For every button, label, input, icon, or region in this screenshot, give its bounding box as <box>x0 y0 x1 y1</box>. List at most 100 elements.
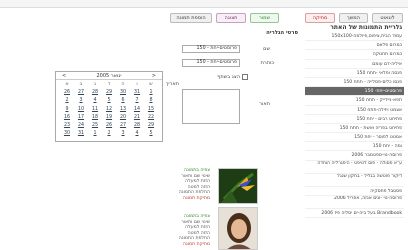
calendar-day[interactable]: 12 <box>102 106 116 114</box>
calendar-day-header: ד <box>107 82 111 87</box>
calendar-day[interactable]: 9 <box>60 106 74 114</box>
calendar-day[interactable]: 20 <box>116 114 130 122</box>
sidebar-item[interactable]: פרוסה-נוי-ספטמבר 2006 <box>305 151 404 161</box>
calendar-day-header: ו <box>136 82 138 87</box>
calendar-day[interactable]: 1 <box>88 130 102 138</box>
sidebar-item[interactable]: דיקור פוטשה בגליל - בתקון שנגל <box>305 174 404 187</box>
calendar-day[interactable]: 2 <box>102 130 116 138</box>
sidebar-item[interactable]: ומה - יחת 150 <box>305 142 404 152</box>
calendar-day[interactable]: 3 <box>74 97 88 105</box>
sidebar-item[interactable]: תפא-ניידייק - תתח 150 <box>305 96 404 106</box>
calendar-day[interactable]: 27 <box>116 122 130 130</box>
sidebar-item[interactable]: עמוד הבית,ציפוס,פיולמה-150x100 <box>305 32 404 42</box>
calendar-day[interactable]: 29 <box>144 122 158 130</box>
calendar-day[interactable]: 24 <box>74 122 88 130</box>
calendar-day[interactable]: 4 <box>130 130 144 138</box>
preview-button[interactable]: תצוגה <box>216 13 246 23</box>
top-bar <box>0 0 408 8</box>
date-calendar: < ינואר 2005 > א ב ג ד ה ו ש 26 27 28 29 30 31 1 2 3 4 5 6… <box>55 71 163 142</box>
calendar-day[interactable]: 23 <box>60 122 74 130</box>
portrait-image <box>219 208 257 249</box>
name-label: שם <box>263 46 270 52</box>
calendar-day-header: א <box>65 82 69 87</box>
calendar-next-button[interactable]: > <box>152 72 156 80</box>
sidebar-item[interactable]: Brandbook בעל ביה-ים יסליה פיז 2006 <box>305 209 404 218</box>
calendar-grid: א ב ג ד ה ו ש 26 27 28 29 30 31 1 2 3 4 5 6 7 8 9 10 11 12 13 14 15… <box>56 80 162 139</box>
calendar-day[interactable]: 6 <box>116 97 130 105</box>
description-textarea[interactable] <box>182 89 240 124</box>
calendar-day[interactable]: 19 <box>102 114 116 122</box>
delete-button[interactable]: מחיקה <box>305 13 335 23</box>
gallery-thumbnail[interactable] <box>218 207 258 250</box>
calendar-day-header: ג <box>94 82 96 87</box>
sidebar-item[interactable]: פתיחט רבים - יחת 150 <box>305 115 404 124</box>
calendar-day-header: ש <box>149 82 153 87</box>
bird-of-paradise-image <box>219 169 257 203</box>
sidebar-item[interactable]: אצמט ויזילה-תתח 150 <box>305 106 404 115</box>
add-image-button[interactable]: הוספת תמונה <box>170 13 212 23</box>
delete-image-link[interactable]: מחיקת תמונה <box>170 196 210 202</box>
date-label: תאריך <box>165 81 179 87</box>
calendar-month: ינואר 2005 <box>96 73 122 79</box>
gallery-sidebar: גלריית התמונות של האתר עמוד הבית,ציפוס,פ… <box>305 23 404 250</box>
calendar-day[interactable]: 5 <box>102 97 116 105</box>
calendar-header: < ינואר 2005 > <box>56 72 162 80</box>
home-button[interactable]: המשך <box>339 13 368 23</box>
sidebar-item[interactable]: אמטט לפוסר - יחת 150 <box>305 133 404 143</box>
sidebar-item[interactable]: פתיחט בפריה ואשת - תתח 150 <box>305 124 404 134</box>
logout-button[interactable]: לוגאוט <box>372 13 403 23</box>
description-label: תאור <box>259 101 270 107</box>
calendar-day[interactable]: 18 <box>88 114 102 122</box>
sidebar-item[interactable]: פסטבל פחסקיה <box>305 187 404 196</box>
gallery-thumbnail[interactable] <box>218 168 258 204</box>
delete-image-link[interactable]: מחיקת תמונה <box>170 242 210 248</box>
sidebar-item[interactable]: פנסו כלים-פסלייה - תתח 150 <box>305 78 404 88</box>
calendar-day[interactable]: 7 <box>130 97 144 105</box>
calendar-day[interactable]: 1 <box>144 89 158 97</box>
calendar-day[interactable]: 30 <box>116 89 130 97</box>
calendar-day[interactable]: 30 <box>60 130 74 138</box>
calendar-day[interactable]: 4 <box>88 97 102 105</box>
calendar-day[interactable]: 21 <box>130 114 144 122</box>
calendar-day[interactable]: 28 <box>88 89 102 97</box>
calendar-day[interactable]: 26 <box>102 122 116 130</box>
sidebar-item[interactable]: כמרום פלאס <box>305 41 404 51</box>
sidebar-item[interactable]: איליה-דם עומם <box>305 60 404 69</box>
calendar-day[interactable]: 16 <box>60 114 74 122</box>
calendar-day[interactable]: 5 <box>144 130 158 138</box>
sidebar-item[interactable]: ע"א פסולה - פוס לטיפט - היפגרליה הוחדה <box>305 161 404 174</box>
sidebar-title: גלריית התמונות של האתר <box>330 24 402 31</box>
title-label: כותרת <box>260 60 274 66</box>
checkbox-label: הצג בשתף <box>217 74 240 80</box>
card-actions: צפיה בתמונה שינוי שם ותאור הזזת למעלה הז… <box>170 214 210 248</box>
calendar-day[interactable]: 31 <box>130 89 144 97</box>
calendar-day[interactable]: 31 <box>74 130 88 138</box>
card-actions: צפיה בתמונה שינוי שם ותאור הזזת למעלה הז… <box>170 168 210 202</box>
sidebar-item-selected[interactable]: פרוסטים-יחת- 150 <box>305 87 404 97</box>
show-checkbox[interactable] <box>242 74 248 80</box>
title-input[interactable]: פרוסטים-יחת - 150 <box>182 59 240 67</box>
calendar-day[interactable]: 11 <box>88 106 102 114</box>
name-input[interactable]: פרוסטים-יחת - 150 <box>182 45 240 53</box>
save-button[interactable]: שמור <box>250 13 279 23</box>
calendar-day[interactable]: 17 <box>74 114 88 122</box>
calendar-day[interactable]: 15 <box>144 106 158 114</box>
calendar-day[interactable]: 3 <box>116 130 130 138</box>
calendar-day[interactable]: 2 <box>60 97 74 105</box>
calendar-day[interactable]: 8 <box>144 97 158 105</box>
sidebar-item[interactable]: פרוסה-נוי -ונים אנזה, אפריל 2006 <box>305 196 404 209</box>
calendar-day[interactable]: 28 <box>130 122 144 130</box>
sidebar-item[interactable]: פנסה ופלאי -תתח 150 <box>305 69 404 78</box>
calendar-day[interactable]: 22 <box>144 114 158 122</box>
sidebar-item[interactable]: כמרום תחנוקה <box>305 50 404 60</box>
calendar-day[interactable]: 29 <box>102 89 116 97</box>
calendar-day[interactable]: 25 <box>88 122 102 130</box>
form-title: פרטי הגלריה <box>266 30 298 36</box>
calendar-day-header: ב <box>79 82 83 87</box>
calendar-day[interactable]: 26 <box>60 89 74 97</box>
calendar-day[interactable]: 27 <box>74 89 88 97</box>
calendar-day[interactable]: 14 <box>130 106 144 114</box>
calendar-day[interactable]: 10 <box>74 106 88 114</box>
calendar-prev-button[interactable]: < <box>62 72 66 80</box>
calendar-day[interactable]: 13 <box>116 106 130 114</box>
